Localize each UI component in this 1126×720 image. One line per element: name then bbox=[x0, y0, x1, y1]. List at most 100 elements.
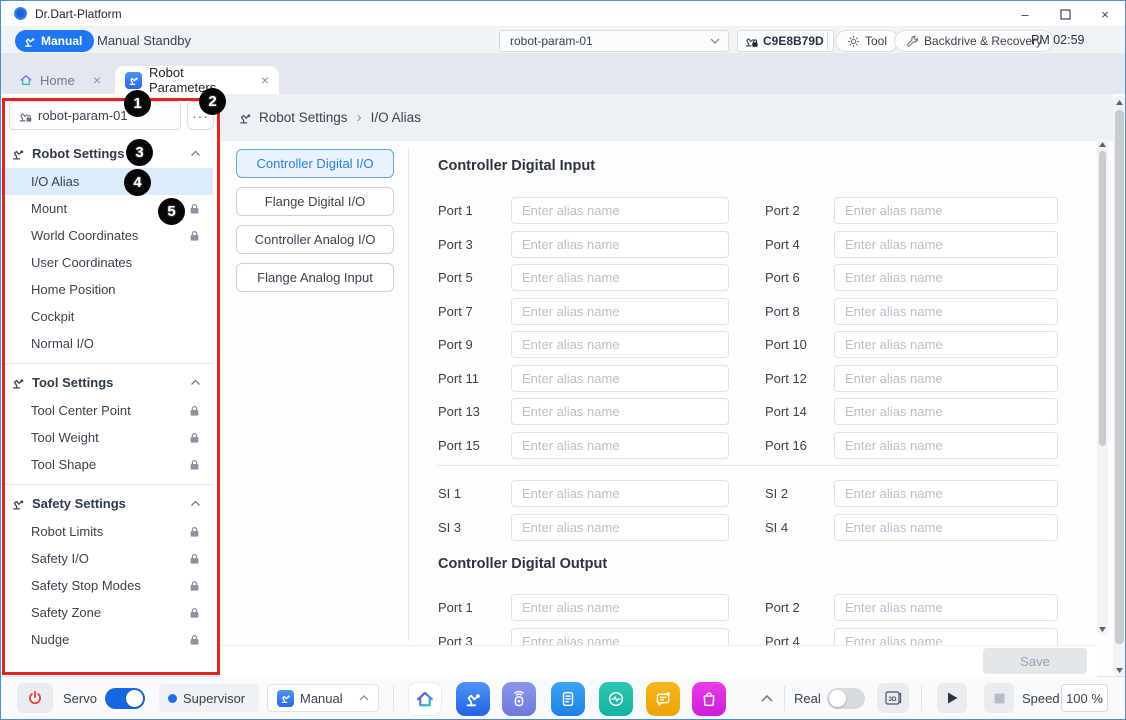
close-button[interactable]: × bbox=[1085, 1, 1125, 27]
sidebar-item-safety-zone[interactable]: Safety Zone bbox=[1, 599, 213, 626]
scroll-up-icon[interactable] bbox=[1097, 138, 1108, 150]
digital-output-title: Controller Digital Output bbox=[438, 556, 607, 572]
sidebar-item-tool-center-point[interactable]: Tool Center Point bbox=[1, 397, 213, 424]
tool-button[interactable]: Tool bbox=[835, 30, 899, 52]
digital-input-input-port-12[interactable] bbox=[834, 365, 1058, 392]
digital-input-row: Port 9Port 10 bbox=[438, 328, 1058, 362]
tab-home-close-icon[interactable]: × bbox=[93, 73, 101, 87]
safety-input-input-si-3[interactable] bbox=[511, 514, 729, 541]
sidebar-item-home-position[interactable]: Home Position bbox=[1, 276, 213, 303]
user-role-dropdown[interactable]: Supervisor bbox=[159, 684, 259, 712]
page-scrollbar[interactable] bbox=[1113, 96, 1126, 676]
dock-expand-chevron-icon[interactable] bbox=[761, 695, 773, 702]
category-button-flange-analog-input[interactable]: Flange Analog Input bbox=[236, 263, 394, 292]
digital-input-input-port-16[interactable] bbox=[834, 432, 1058, 459]
scrollbar-thumb[interactable] bbox=[1115, 110, 1124, 644]
digital-input-input-port-14[interactable] bbox=[834, 398, 1058, 425]
tab-robot-parameters-close-icon[interactable]: × bbox=[261, 73, 269, 87]
category-button-controller-analog-i-o[interactable]: Controller Analog I/O bbox=[236, 225, 394, 254]
app-monitoring-icon[interactable] bbox=[599, 682, 633, 716]
mode-dropdown[interactable]: Manual bbox=[267, 684, 379, 712]
safety-input-input-si-1[interactable] bbox=[511, 480, 729, 507]
sidebar-item-world-coordinates[interactable]: World Coordinates bbox=[1, 222, 213, 249]
scrollbar-thumb[interactable] bbox=[1099, 151, 1106, 446]
sidebar-item-label: World Coordinates bbox=[31, 228, 138, 243]
minimize-button[interactable]: – bbox=[1005, 1, 1045, 27]
app-jog-icon[interactable] bbox=[502, 682, 536, 716]
annotation-badge-4: 4 bbox=[124, 169, 151, 196]
sidebar-item-safety-stop-modes[interactable]: Safety Stop Modes bbox=[1, 572, 213, 599]
app-log-icon[interactable] bbox=[646, 682, 680, 716]
digital-input-row: Port 15Port 16 bbox=[438, 429, 1058, 463]
digital-input-input-port-15[interactable] bbox=[511, 432, 729, 459]
safety-input-label-si-2: SI 2 bbox=[765, 486, 834, 501]
wrench-icon bbox=[906, 35, 919, 48]
chevron-up-icon bbox=[190, 379, 201, 386]
category-button-controller-digital-i-o[interactable]: Controller Digital I/O bbox=[236, 149, 394, 178]
robot-arm-icon bbox=[18, 109, 32, 123]
sidebar-item-normal-i-o[interactable]: Normal I/O bbox=[1, 330, 213, 357]
servo-label: Servo bbox=[63, 691, 97, 706]
digital-input-input-port-13[interactable] bbox=[511, 398, 729, 425]
tab-home[interactable]: Home × bbox=[9, 66, 111, 94]
sidebar-item-tool-weight[interactable]: Tool Weight bbox=[1, 424, 213, 451]
digital-input-input-port-3[interactable] bbox=[511, 231, 729, 258]
sidebar-item-user-coordinates[interactable]: User Coordinates bbox=[1, 249, 213, 276]
digital-input-input-port-11[interactable] bbox=[511, 365, 729, 392]
breadcrumb-separator: › bbox=[357, 109, 362, 126]
digital-input-input-port-9[interactable] bbox=[511, 331, 729, 358]
robot-serial-badge[interactable]: C9E8B79D bbox=[737, 30, 834, 52]
sidebar-item-safety-i-o[interactable]: Safety I/O bbox=[1, 545, 213, 572]
simulator-3d-button[interactable]: 3D bbox=[877, 683, 909, 713]
app-task-editor-icon[interactable] bbox=[551, 682, 585, 716]
sidebar-section-header-safety-settings[interactable]: Safety Settings bbox=[1, 489, 213, 518]
digital-input-grid: Port 1Port 2Port 3Port 4Port 5Port 6Port… bbox=[438, 194, 1058, 462]
lock-icon bbox=[189, 405, 200, 417]
app-robot-parameters-icon[interactable] bbox=[456, 682, 490, 716]
sidebar-item-label: I/O Alias bbox=[31, 174, 79, 189]
chevron-up-icon bbox=[190, 150, 201, 157]
sidebar-item-tool-shape[interactable]: Tool Shape bbox=[1, 451, 213, 478]
digital-input-input-port-1[interactable] bbox=[511, 197, 729, 224]
play-button[interactable] bbox=[937, 683, 967, 713]
digital-input-input-port-6[interactable] bbox=[834, 264, 1058, 291]
digital-output-input-port-2[interactable] bbox=[834, 594, 1058, 621]
maximize-button[interactable] bbox=[1045, 1, 1085, 27]
servo-toggle[interactable] bbox=[105, 688, 145, 709]
stop-button[interactable] bbox=[984, 683, 1014, 713]
sidebar-item-cockpit[interactable]: Cockpit bbox=[1, 303, 213, 330]
app-home-icon[interactable] bbox=[408, 682, 442, 716]
scroll-up-icon[interactable] bbox=[1113, 96, 1126, 108]
safety-input-input-si-4[interactable] bbox=[834, 514, 1058, 541]
sidebar-section-header-robot-settings[interactable]: Robot Settings bbox=[1, 139, 213, 168]
digital-input-input-port-4[interactable] bbox=[834, 231, 1058, 258]
breadcrumb-root[interactable]: Robot Settings bbox=[259, 110, 348, 125]
digital-input-input-port-2[interactable] bbox=[834, 197, 1058, 224]
real-toggle[interactable] bbox=[827, 688, 865, 709]
digital-input-input-port-5[interactable] bbox=[511, 264, 729, 291]
digital-input-input-port-7[interactable] bbox=[511, 298, 729, 325]
digital-output-input-port-1[interactable] bbox=[511, 594, 729, 621]
sidebar-section-header-tool-settings[interactable]: Tool Settings bbox=[1, 368, 213, 397]
sidebar-item-robot-limits[interactable]: Robot Limits bbox=[1, 518, 213, 545]
scroll-down-icon[interactable] bbox=[1113, 664, 1126, 676]
servo-power-button[interactable] bbox=[17, 683, 53, 713]
window-title: Dr.Dart-Platform bbox=[35, 7, 122, 21]
digital-input-input-port-8[interactable] bbox=[834, 298, 1058, 325]
sidebar-item-nudge[interactable]: Nudge bbox=[1, 626, 213, 653]
manual-mode-button[interactable]: Manual bbox=[15, 30, 94, 52]
bottom-dock: Servo Supervisor Manual bbox=[1, 676, 1125, 719]
scroll-down-icon[interactable] bbox=[1097, 623, 1108, 635]
inner-scrollbar[interactable] bbox=[1097, 138, 1108, 635]
sidebar-item-i-o-alias[interactable]: I/O Alias bbox=[1, 168, 213, 195]
param-select-dropdown[interactable]: robot-param-01 bbox=[499, 30, 729, 52]
save-button[interactable]: Save bbox=[983, 648, 1087, 674]
stop-icon bbox=[994, 693, 1005, 704]
app-store-icon[interactable] bbox=[692, 682, 726, 716]
category-button-flange-digital-i-o[interactable]: Flange Digital I/O bbox=[236, 187, 394, 216]
safety-input-input-si-2[interactable] bbox=[834, 480, 1058, 507]
digital-input-input-port-10[interactable] bbox=[834, 331, 1058, 358]
param-name-field[interactable]: robot-param-01 bbox=[9, 101, 181, 130]
speed-value-box[interactable]: 100 % bbox=[1061, 684, 1108, 712]
digital-input-label-port-13: Port 13 bbox=[438, 404, 511, 419]
